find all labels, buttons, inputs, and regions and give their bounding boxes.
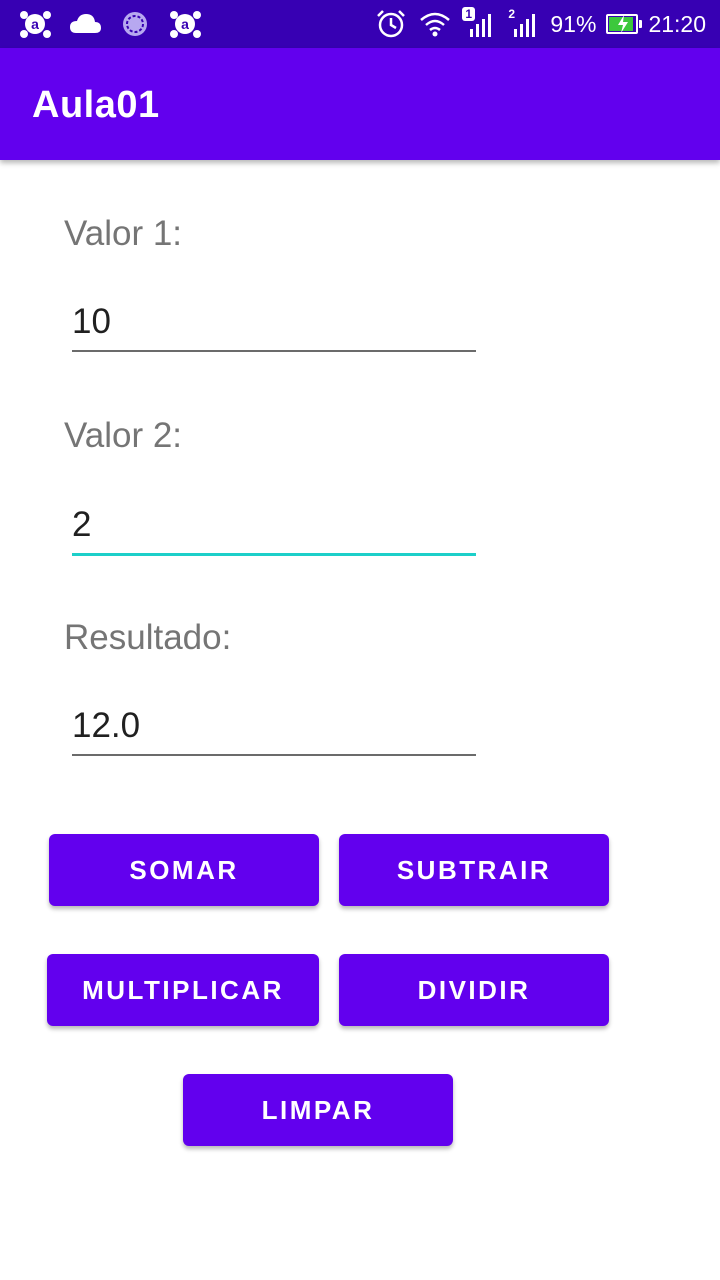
avast-icon: a <box>20 11 51 38</box>
valor2-label: Valor 2: <box>64 416 183 455</box>
sync-circle-icon <box>123 12 147 36</box>
multiplicar-button[interactable]: MULTIPLICAR <box>47 954 319 1026</box>
sim1-badge: 1 <box>462 7 476 21</box>
svg-text:a: a <box>181 16 189 32</box>
status-bar: a a 1 2 91% 21:20 <box>0 0 720 48</box>
app-bar: Aula01 <box>0 48 720 160</box>
alarm-clock-icon <box>377 10 406 38</box>
sim2-badge: 2 <box>508 7 516 21</box>
limpar-button[interactable]: LIMPAR <box>183 1074 453 1146</box>
valor2-input-value: 2 <box>72 505 92 544</box>
avast-icon: a <box>170 11 201 38</box>
battery-icon <box>606 14 643 34</box>
status-bar-notifications: a a <box>18 8 202 40</box>
somar-button[interactable]: SOMAR <box>49 834 319 906</box>
resultado-field[interactable]: 12.0 <box>72 706 476 756</box>
valor1-input-value: 10 <box>72 302 111 341</box>
dividir-button[interactable]: DIVIDIR <box>339 954 609 1026</box>
valor1-label: Valor 1: <box>64 214 183 253</box>
wifi-icon <box>420 12 451 37</box>
valor1-input[interactable]: 10 <box>72 302 476 352</box>
charging-bolt-icon <box>618 15 629 33</box>
resultado-value: 12.0 <box>72 706 141 745</box>
subtrair-button[interactable]: SUBTRAIR <box>339 834 609 906</box>
svg-text:a: a <box>31 16 39 32</box>
cloud-icon <box>70 14 101 33</box>
signal-sim1-icon: 1 <box>462 7 496 39</box>
status-bar-system: 1 2 91% 21:20 <box>374 6 706 42</box>
clock-time: 21:20 <box>648 10 706 37</box>
signal-sim2-icon: 2 <box>506 7 540 39</box>
battery-percent: 91% <box>550 10 597 37</box>
resultado-label: Resultado: <box>64 618 232 657</box>
app-title: Aula01 <box>32 84 160 126</box>
valor2-input[interactable]: 2 <box>72 505 476 556</box>
